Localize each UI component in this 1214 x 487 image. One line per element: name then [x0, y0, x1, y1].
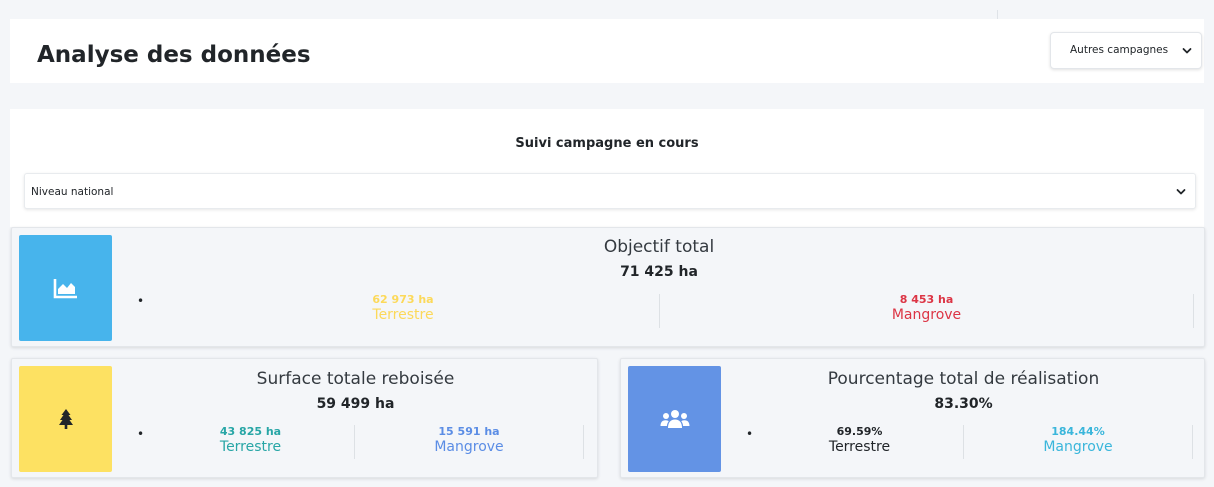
top-edge-divider	[997, 10, 998, 19]
percentage-icon-box	[628, 366, 721, 472]
chevron-down-icon	[1182, 48, 1192, 54]
surface-info-box: Surface totale reboisée 59 499 ha • 43 8…	[11, 358, 598, 478]
surface-mangrove-value: 15 591 ha	[438, 425, 500, 438]
list-bullet: •	[746, 427, 754, 441]
column-divider	[583, 425, 584, 459]
level-select[interactable]: Niveau national	[24, 173, 1196, 209]
campaign-select-value: Autres campagnes	[1070, 44, 1169, 56]
surface-terrestre-label: Terrestre	[219, 439, 282, 455]
percentage-total: 83.30%	[934, 396, 993, 412]
objective-mangrove-value: 8 453 ha	[899, 293, 954, 306]
objective-total: 71 425 ha	[620, 264, 698, 280]
percentage-mangrove-value: 184.44%	[1051, 425, 1105, 438]
objective-terrestre: 62 973 ha Terrestre	[147, 293, 659, 324]
chevron-down-icon	[1176, 189, 1186, 195]
percentage-terrestre-label: Terrestre	[828, 439, 891, 455]
surface-terrestre: 43 825 ha Terrestre	[147, 425, 354, 456]
objective-mangrove: 8 453 ha Mangrove	[660, 293, 1193, 324]
list-bullet: •	[137, 427, 145, 441]
surface-terrestre-value: 43 825 ha	[219, 425, 282, 438]
percentage-terrestre-value: 69.59%	[836, 425, 883, 438]
column-divider	[1193, 294, 1194, 328]
campaign-select[interactable]: Autres campagnes	[1050, 32, 1202, 69]
objective-icon-box	[19, 235, 112, 341]
percentage-mangrove-label: Mangrove	[1043, 439, 1113, 455]
section-title: Suivi campagne en cours	[515, 136, 699, 151]
column-divider	[1192, 425, 1193, 459]
objective-terrestre-label: Terrestre	[372, 307, 434, 323]
surface-mangrove: 15 591 ha Mangrove	[355, 425, 583, 456]
objective-info-box: Objectif total 71 425 ha • 62 973 ha Ter…	[11, 227, 1205, 347]
objective-terrestre-value: 62 973 ha	[372, 293, 434, 306]
objective-title: Objectif total	[603, 237, 715, 257]
page-header: Analyse des données	[10, 19, 1204, 83]
surface-icon-box	[19, 366, 112, 472]
percentage-info-box: Pourcentage total de réalisation 83.30% …	[620, 358, 1205, 478]
page-title: Analyse des données	[37, 42, 311, 68]
surface-total: 59 499 ha	[316, 396, 395, 412]
campaign-section: Suivi campagne en cours Niveau national	[10, 109, 1204, 227]
list-bullet: •	[137, 294, 145, 308]
area-chart-icon	[53, 279, 77, 299]
percentage-title: Pourcentage total de réalisation	[827, 369, 1100, 389]
surface-title: Surface totale reboisée	[256, 369, 455, 389]
objective-mangrove-label: Mangrove	[891, 307, 962, 323]
percentage-mangrove: 184.44% Mangrove	[964, 425, 1192, 456]
tree-icon	[58, 409, 73, 429]
percentage-terrestre: 69.59% Terrestre	[756, 425, 963, 456]
level-select-value: Niveau national	[31, 186, 114, 198]
users-icon	[660, 410, 689, 428]
surface-mangrove-label: Mangrove	[434, 439, 504, 455]
